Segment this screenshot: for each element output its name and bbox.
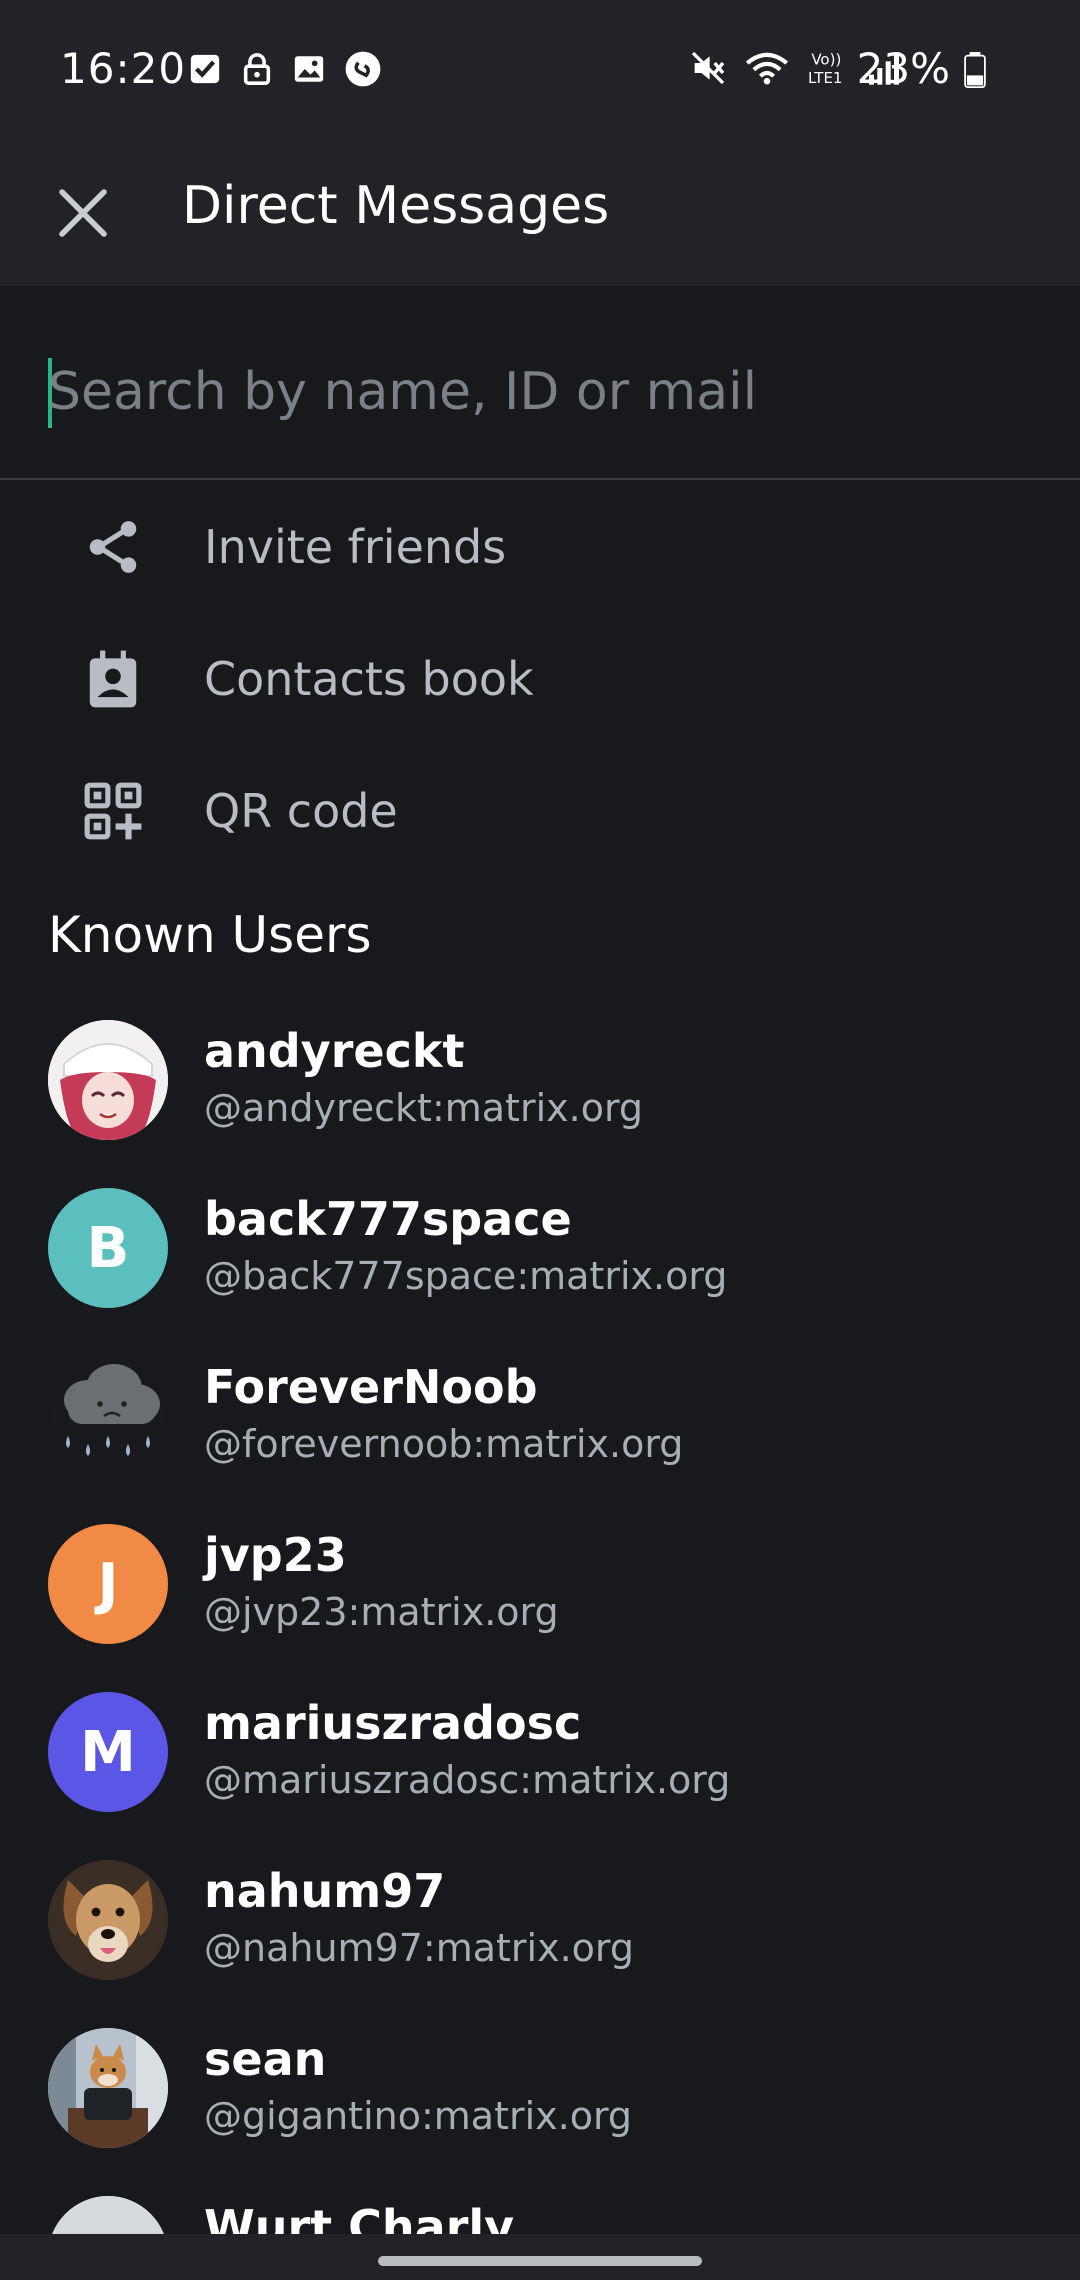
- volte-icon: Vo)) LTE1: [808, 51, 842, 87]
- user-id: @gigantino:matrix.org: [204, 2094, 633, 2138]
- checkbox-icon: [190, 54, 220, 84]
- avatar: [48, 1356, 168, 1476]
- contacts-book-label: Contacts book: [204, 652, 534, 706]
- user-id: @back777space:matrix.org: [204, 1254, 728, 1298]
- battery-percent: 23%: [856, 44, 950, 93]
- qr-code-icon: [84, 782, 142, 840]
- user-row-forevernoob[interactable]: ForeverNoob @forevernoob:matrix.org: [0, 1332, 1080, 1500]
- app-bar: Direct Messages: [0, 140, 1080, 286]
- shazam-icon: [345, 51, 381, 87]
- user-name: jvp23: [204, 1528, 347, 1582]
- invite-friends-item[interactable]: Invite friends: [0, 480, 1080, 612]
- user-name: ForeverNoob: [204, 1360, 538, 1414]
- avatar: [48, 2028, 168, 2148]
- status-time: 16:20: [60, 44, 187, 93]
- user-row-back777space[interactable]: B back777space @back777space:matrix.org: [0, 1164, 1080, 1332]
- avatar-letter: B: [86, 1215, 130, 1281]
- user-row-sean[interactable]: sean @gigantino:matrix.org: [0, 2004, 1080, 2172]
- avatar: B: [48, 1188, 168, 1308]
- anime-avatar-icon: [48, 1020, 168, 1140]
- user-id: @jvp23:matrix.org: [204, 1590, 559, 1634]
- wifi-icon: [745, 52, 789, 85]
- user-row-nahum97[interactable]: nahum97 @nahum97:matrix.org: [0, 1836, 1080, 2004]
- image-icon: [294, 56, 324, 82]
- user-row-mariuszradosc[interactable]: M mariuszradosc @mariuszradosc:matrix.or…: [0, 1668, 1080, 1836]
- lock-icon: [243, 53, 271, 85]
- qr-code-label: QR code: [204, 784, 398, 838]
- close-icon: [59, 189, 107, 237]
- user-name: nahum97: [204, 1864, 446, 1918]
- avatar: [48, 1860, 168, 1980]
- rain-cloud-icon: [64, 1364, 160, 1456]
- qr-code-item[interactable]: QR code: [0, 744, 1080, 876]
- status-icons-left: [188, 50, 382, 88]
- contacts-book-item[interactable]: Contacts book: [0, 612, 1080, 744]
- avatar-letter: M: [80, 1719, 136, 1785]
- svg-text:Vo)): Vo)): [811, 51, 841, 69]
- user-name: sean: [204, 2032, 327, 2086]
- user-id: @andyreckt:matrix.org: [204, 1086, 644, 1130]
- avatar-letter: J: [97, 1551, 119, 1617]
- mute-icon: [691, 51, 725, 85]
- user-id: @nahum97:matrix.org: [204, 1926, 634, 1970]
- close-button[interactable]: [40, 170, 126, 256]
- search-input[interactable]: [48, 346, 1028, 438]
- home-indicator[interactable]: [378, 2256, 702, 2266]
- direct-messages-screen: 16:20 Vo)) LTE1 23% Direct Messages Sear…: [0, 0, 1080, 2280]
- known-users-title: Known Users: [48, 906, 372, 964]
- status-bar: 16:20 Vo)) LTE1 23%: [0, 0, 1080, 140]
- battery-icon: [964, 52, 986, 88]
- user-name: andyreckt: [204, 1024, 465, 1078]
- user-name: mariuszradosc: [204, 1696, 582, 1750]
- user-row-jvp23[interactable]: J jvp23 @jvp23:matrix.org: [0, 1500, 1080, 1668]
- user-id: @mariuszradosc:matrix.org: [204, 1758, 731, 1802]
- dog-photo-icon: [48, 1860, 168, 1980]
- avatar: [48, 1020, 168, 1140]
- invite-friends-label: Invite friends: [204, 520, 507, 574]
- search-area: [0, 286, 1080, 480]
- share-icon: [89, 521, 137, 573]
- contact-book-icon: [89, 650, 137, 708]
- avatar: M: [48, 1692, 168, 1812]
- user-id: @forevernoob:matrix.org: [204, 1422, 684, 1466]
- avatar: J: [48, 1524, 168, 1644]
- user-name: back777space: [204, 1192, 572, 1246]
- page-title: Direct Messages: [182, 176, 610, 236]
- user-row-andyreckt[interactable]: andyreckt @andyreckt:matrix.org: [0, 996, 1080, 1164]
- shiba-photo-icon: [48, 2028, 168, 2148]
- navigation-bar: [0, 2234, 1080, 2280]
- svg-text:LTE1: LTE1: [808, 69, 842, 87]
